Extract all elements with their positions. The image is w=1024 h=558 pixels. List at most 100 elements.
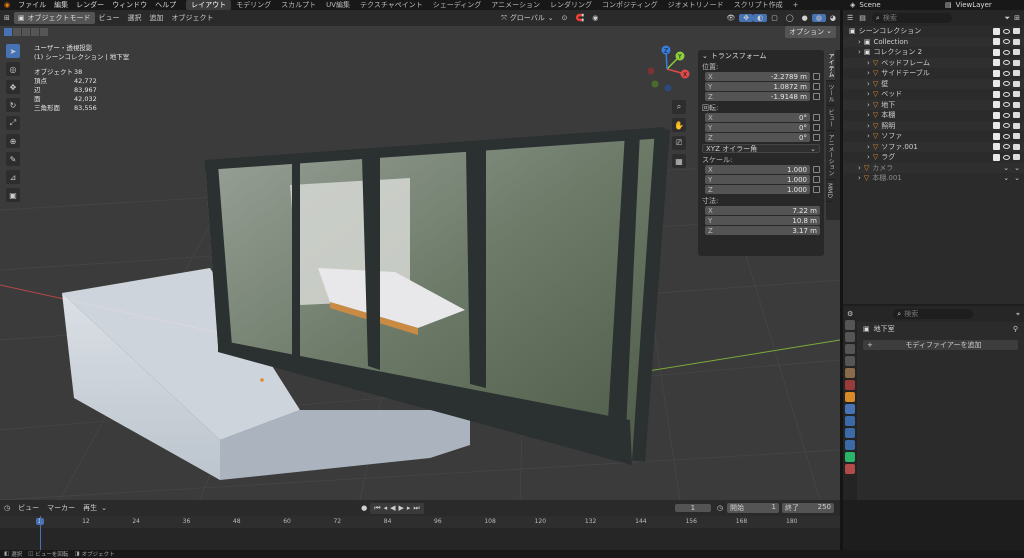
eye-icon[interactable]	[1003, 123, 1010, 129]
outliner-row[interactable]: › ▣ Collection	[843, 36, 1024, 47]
move-tool-icon[interactable]: ✥	[6, 80, 20, 94]
camera-icon[interactable]	[1013, 101, 1020, 108]
location-x-field[interactable]: X -2.2789 m	[705, 72, 810, 81]
object-tab-icon[interactable]	[845, 392, 855, 402]
tab-sculpt[interactable]: スカルプト	[276, 0, 321, 10]
expand-chevron-icon[interactable]: ›	[867, 111, 870, 119]
grid-toggle-icon[interactable]: ▦	[672, 154, 686, 168]
scene-tab-icon[interactable]	[845, 368, 855, 378]
properties-editor-icon[interactable]: ⚙	[847, 310, 853, 318]
menu-file[interactable]: ファイル	[14, 0, 50, 10]
exclude-checkbox[interactable]	[993, 48, 1000, 56]
eye-icon[interactable]	[1003, 91, 1010, 97]
dimensions-y-field[interactable]: Y 10.8 m	[705, 216, 820, 225]
add-workspace-button[interactable]: +	[788, 1, 804, 9]
outliner-row[interactable]: › ▽ ソファ	[843, 131, 1024, 142]
menu-edit[interactable]: 編集	[50, 0, 72, 10]
location-y-field[interactable]: Y 1.0872 m	[705, 82, 810, 91]
camera-icon[interactable]	[1013, 133, 1020, 140]
exclude-checkbox[interactable]	[993, 38, 1000, 46]
tab-view[interactable]: ビュー	[826, 106, 835, 131]
camera-toggle-icon[interactable]: ⌄	[1014, 164, 1020, 172]
outliner-row[interactable]: › ▽ 照明	[843, 120, 1024, 131]
navigation-gizmo[interactable]: X Y Z	[642, 44, 692, 94]
exclude-checkbox[interactable]	[993, 153, 1000, 161]
camera-icon[interactable]	[1013, 112, 1020, 119]
next-key-icon[interactable]: ▸	[407, 504, 411, 513]
shading-solid-icon[interactable]: ●	[798, 14, 812, 22]
dimensions-z-field[interactable]: Z 3.17 m	[705, 226, 820, 235]
current-frame-field[interactable]: 1	[674, 504, 711, 512]
physics-tab-icon[interactable]	[845, 428, 855, 438]
rotation-z-field[interactable]: Z 0°	[705, 133, 810, 142]
eye-icon[interactable]	[1003, 49, 1010, 55]
zoom-icon[interactable]: ⌕	[672, 100, 686, 114]
expand-chevron-icon[interactable]: ›	[858, 174, 861, 182]
outliner-row[interactable]: › ▽ カメラ ⌄ ⌄	[843, 162, 1024, 173]
add-cube-tool-icon[interactable]: ▣	[6, 188, 20, 202]
expand-chevron-icon[interactable]: ›	[867, 132, 870, 140]
scale-z-field[interactable]: Z 1.000	[705, 185, 810, 194]
exclude-checkbox[interactable]	[993, 80, 1000, 88]
filter-icon[interactable]: ⏷	[1005, 14, 1011, 23]
scene-selector[interactable]: ◈ Scene	[850, 1, 881, 9]
expand-chevron-icon[interactable]: ›	[858, 164, 861, 172]
lock-icon[interactable]	[813, 93, 820, 100]
expand-chevron-icon[interactable]: ›	[867, 143, 870, 151]
menu-object[interactable]: オブジェクト	[168, 13, 218, 23]
expand-chevron-icon[interactable]: ›	[858, 38, 861, 46]
proportional-edit-icon[interactable]: ◉	[588, 14, 602, 22]
eye-icon[interactable]	[1003, 70, 1010, 76]
outliner-row[interactable]: ▣ シーンコレクション	[843, 26, 1024, 37]
xray-toggle-icon[interactable]: ▢	[767, 14, 782, 22]
tab-geometry-nodes[interactable]: ジオメトリノード	[663, 0, 729, 10]
timeline-editor-icon[interactable]: ◷	[0, 504, 14, 512]
shading-material-icon[interactable]: ◍	[811, 14, 826, 22]
visibility-icon[interactable]: 👁	[722, 14, 739, 22]
expand-chevron-icon[interactable]: ›	[867, 90, 870, 98]
modifier-tab-icon[interactable]	[845, 404, 855, 414]
eye-icon[interactable]	[1003, 81, 1010, 87]
tab-animation-side[interactable]: アニメーション	[826, 131, 835, 180]
outliner-row[interactable]: › ▽ ベッド	[843, 89, 1024, 100]
lock-icon[interactable]	[813, 166, 820, 173]
shading-rendered-icon[interactable]: ◕	[826, 14, 840, 22]
prev-key-icon[interactable]: ◂	[384, 504, 388, 513]
select-subtract-icon[interactable]	[22, 28, 30, 36]
tab-layout[interactable]: レイアウト	[186, 0, 232, 10]
menu-add[interactable]: 追加	[146, 13, 168, 23]
options-dropdown[interactable]: オプション ⌄	[785, 26, 836, 38]
annotate-tool-icon[interactable]: ✎	[6, 152, 20, 166]
outliner-row[interactable]: › ▽ 壁	[843, 78, 1024, 89]
camera-icon[interactable]	[1013, 143, 1020, 150]
camera-icon[interactable]	[1013, 49, 1020, 56]
camera-icon[interactable]	[1013, 80, 1020, 87]
lock-icon[interactable]	[813, 73, 820, 80]
lock-icon[interactable]	[813, 114, 820, 121]
tab-uv-editing[interactable]: UV編集	[321, 0, 355, 10]
add-modifier-button[interactable]: + モディファイアーを追加	[863, 340, 1018, 350]
tab-rendering[interactable]: レンダリング	[545, 0, 597, 10]
location-z-field[interactable]: Z -1.9148 m	[705, 92, 810, 101]
outliner-row[interactable]: › ▽ ベッドフレーム	[843, 57, 1024, 68]
exclude-checkbox[interactable]	[993, 122, 1000, 130]
outliner-row[interactable]: › ▽ 本棚.001 ⌄ ⌄	[843, 173, 1024, 184]
tab-tool[interactable]: ツール	[826, 81, 835, 106]
lock-icon[interactable]	[813, 124, 820, 131]
view-layer-selector[interactable]: ▤ ViewLayer	[945, 1, 992, 9]
transform-tool-icon[interactable]: ⊕	[6, 134, 20, 148]
pivot-icon[interactable]: ⊙	[558, 14, 572, 22]
menu-view[interactable]: ビュー	[95, 13, 124, 23]
menu-select[interactable]: 選択	[124, 13, 146, 23]
end-frame-field[interactable]: 終了 250	[782, 503, 835, 513]
play-reverse-icon[interactable]: ◀	[390, 504, 395, 513]
timeline-menu-view[interactable]: ビュー	[14, 503, 43, 513]
outliner-editor-icon[interactable]: ☰	[847, 14, 853, 22]
tab-compositing[interactable]: コンポジティング	[597, 0, 663, 10]
select-new-icon[interactable]	[4, 28, 12, 36]
tab-texture-paint[interactable]: テクスチャペイント	[355, 0, 428, 10]
particles-tab-icon[interactable]	[845, 416, 855, 426]
select-invert-icon[interactable]	[31, 28, 39, 36]
outliner-row[interactable]: › ▽ 地下	[843, 99, 1024, 110]
camera-toggle-icon[interactable]: ⌄	[1014, 174, 1020, 182]
